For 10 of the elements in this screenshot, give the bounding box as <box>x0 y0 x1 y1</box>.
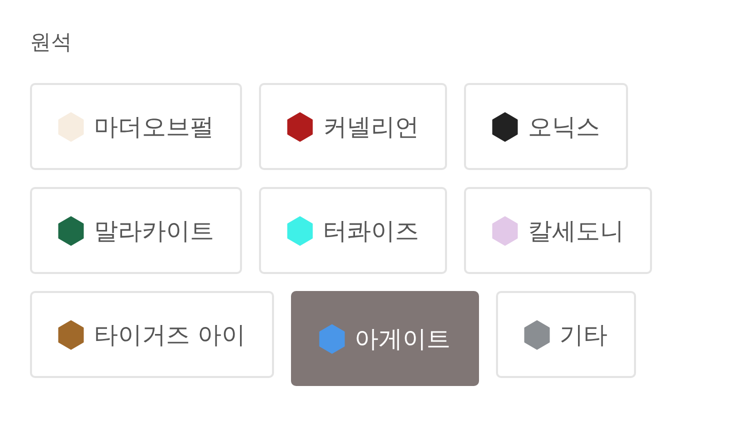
gemstone-option[interactable]: 칼세도니 <box>464 187 652 274</box>
gemstone-option[interactable]: 아게이트 <box>290 291 479 386</box>
section-title: 원석 <box>30 29 73 56</box>
gemstone-option[interactable]: 오닉스 <box>464 83 628 170</box>
gemstone-option[interactable]: 마더오브펄 <box>30 83 242 170</box>
gemstone-option[interactable]: 기타 <box>496 291 636 378</box>
gemstone-option[interactable]: 터콰이즈 <box>259 187 447 274</box>
gemstone-option[interactable]: 타이거즈 아이 <box>30 291 274 378</box>
gemstone-option[interactable]: 말라카이트 <box>30 187 242 274</box>
gemstone-option[interactable]: 커넬리언 <box>259 83 447 170</box>
